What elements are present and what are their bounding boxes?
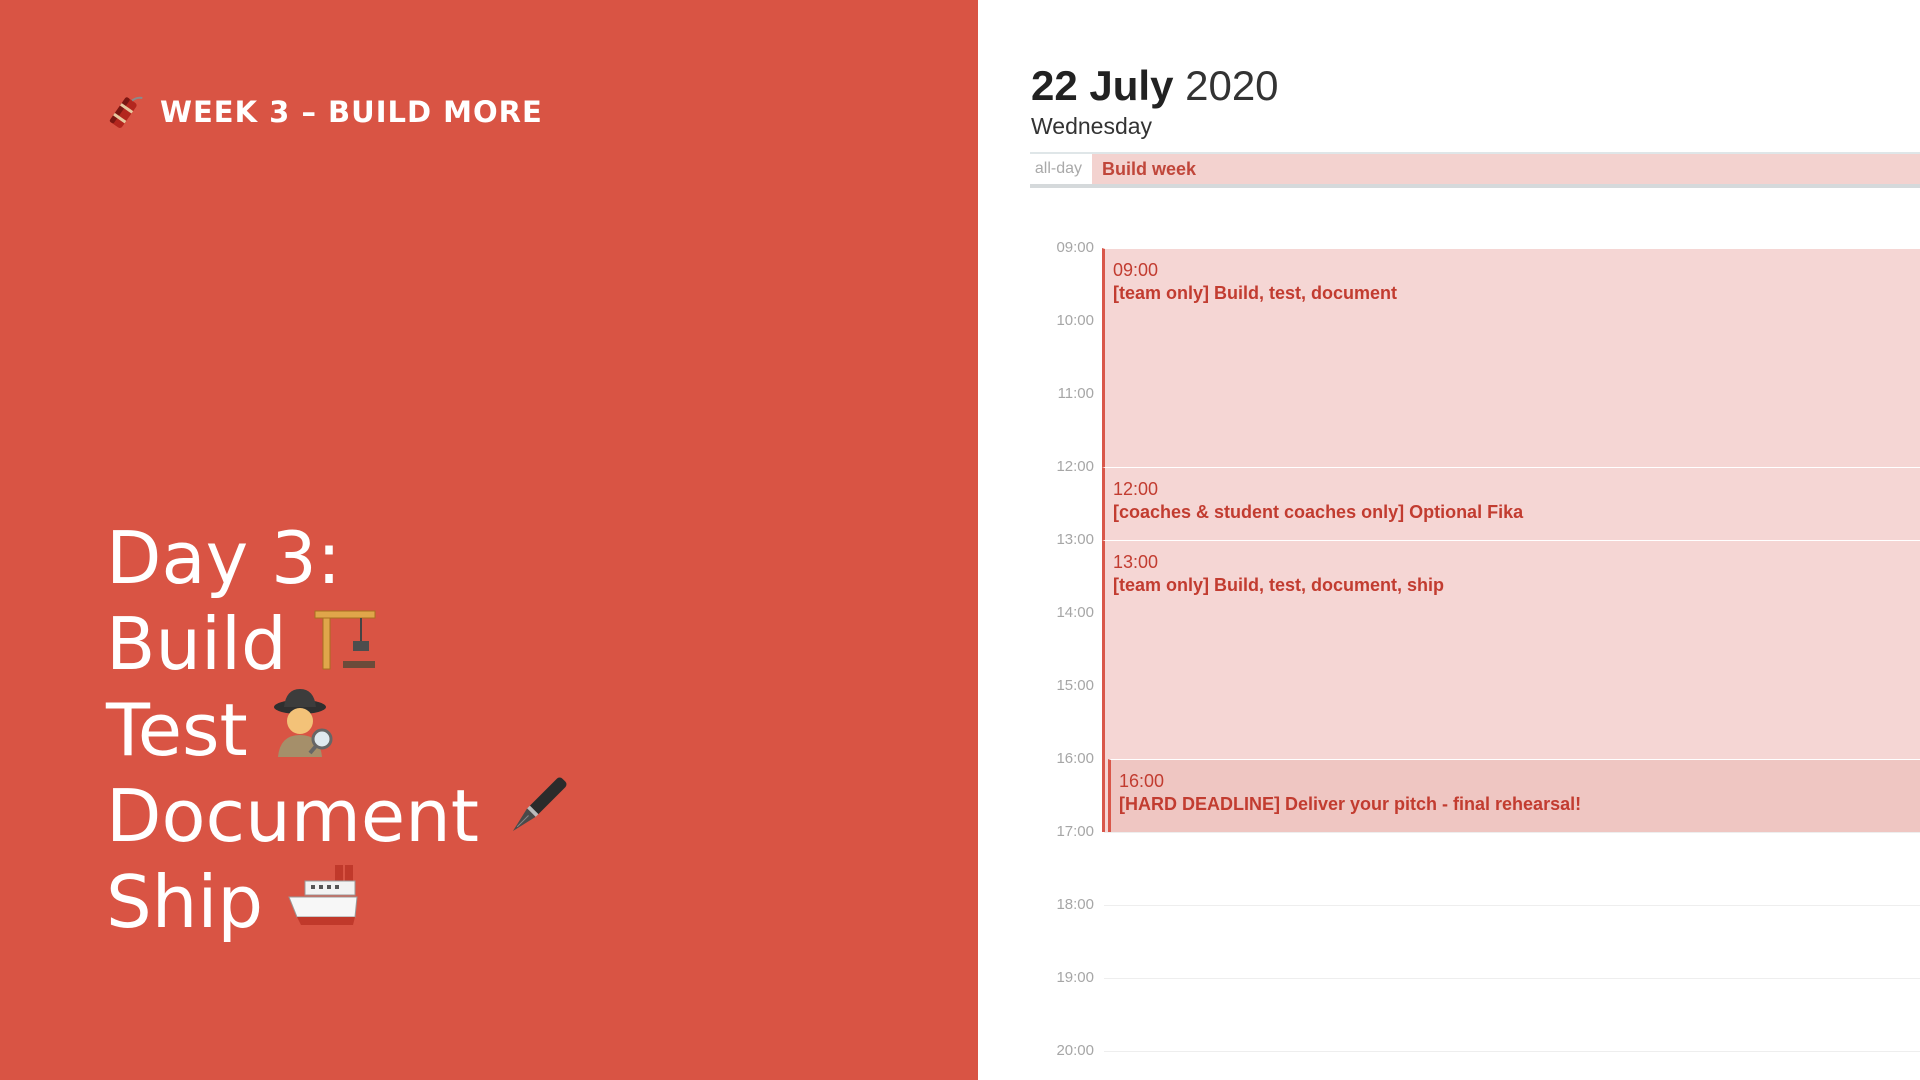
hour-line	[1104, 832, 1920, 833]
event-time: 16:00	[1119, 771, 1165, 791]
hour-line	[1104, 1051, 1920, 1052]
agenda-item-label: Document	[106, 774, 480, 858]
detective-icon	[270, 685, 340, 775]
week-heading-label: WEEK 3 – BUILD MORE	[160, 95, 543, 129]
slide-panel: WEEK 3 – BUILD MORE Day 3: Build Test Do…	[0, 0, 978, 1080]
event-time: 09:00	[1113, 260, 1159, 280]
calendar-event-deadline[interactable]: 16:00 [HARD DEADLINE] Deliver your pitch…	[1108, 759, 1920, 832]
event-title: [coaches & student coaches only] Optiona…	[1113, 502, 1524, 522]
calendar-day-view: 22 July 2020 Wednesday all-day Build wee…	[978, 0, 1920, 1080]
allday-event[interactable]: Build week	[1092, 154, 1920, 184]
ship-icon	[285, 857, 359, 947]
hour-label: 14:00	[1056, 604, 1094, 621]
event-time: 13:00	[1113, 552, 1159, 572]
agenda-item-build: Build	[106, 601, 573, 687]
fountain-pen-icon	[501, 771, 573, 861]
agenda-item-test: Test	[106, 687, 573, 773]
agenda-item-label: Build	[106, 602, 287, 686]
week-heading: WEEK 3 – BUILD MORE	[104, 92, 543, 132]
hour-label: 11:00	[1057, 385, 1094, 402]
hour-label: 19:00	[1056, 969, 1094, 986]
agenda-item-ship: Ship	[106, 859, 573, 945]
calendar-event[interactable]: 09:00 [team only] Build, test, document	[1102, 248, 1920, 467]
hour-label: 09:00	[1056, 239, 1094, 256]
event-title: [team only] Build, test, document	[1113, 283, 1398, 303]
hour-label: 15:00	[1056, 677, 1094, 694]
hour-label: 10:00	[1056, 312, 1094, 329]
construction-crane-icon	[309, 599, 381, 689]
firecracker-icon	[104, 92, 144, 132]
agenda-item-document: Document	[106, 773, 573, 859]
hour-label: 20:00	[1056, 1042, 1094, 1059]
hour-line	[1104, 905, 1920, 906]
hour-label: 13:00	[1056, 531, 1094, 548]
calendar-date-year: 2020	[1185, 62, 1279, 109]
event-time: 12:00	[1113, 479, 1159, 499]
agenda-item-label: Ship	[106, 860, 264, 944]
allday-label: all-day	[1034, 160, 1082, 177]
day-agenda: Day 3: Build Test Document Ship	[106, 515, 573, 945]
calendar-date: 22 July 2020	[1031, 62, 1279, 110]
calendar-date-day-month: 22 July	[1031, 62, 1174, 109]
hour-label: 17:00	[1056, 823, 1094, 840]
calendar-event[interactable]: 12:00 [coaches & student coaches only] O…	[1102, 467, 1920, 540]
day-title: Day 3:	[106, 515, 573, 601]
event-title: [team only] Build, test, document, ship	[1113, 575, 1445, 595]
calendar-weekday: Wednesday	[1031, 113, 1153, 139]
hour-line	[1104, 978, 1920, 979]
hour-label: 18:00	[1056, 896, 1094, 913]
hour-label: 12:00	[1056, 458, 1094, 475]
day-title-text: Day 3:	[106, 516, 342, 600]
event-title: [HARD DEADLINE] Deliver your pitch - fin…	[1119, 794, 1582, 814]
hour-label: 16:00	[1056, 750, 1094, 767]
allday-row: all-day Build week	[1030, 152, 1920, 188]
agenda-item-label: Test	[106, 688, 248, 772]
